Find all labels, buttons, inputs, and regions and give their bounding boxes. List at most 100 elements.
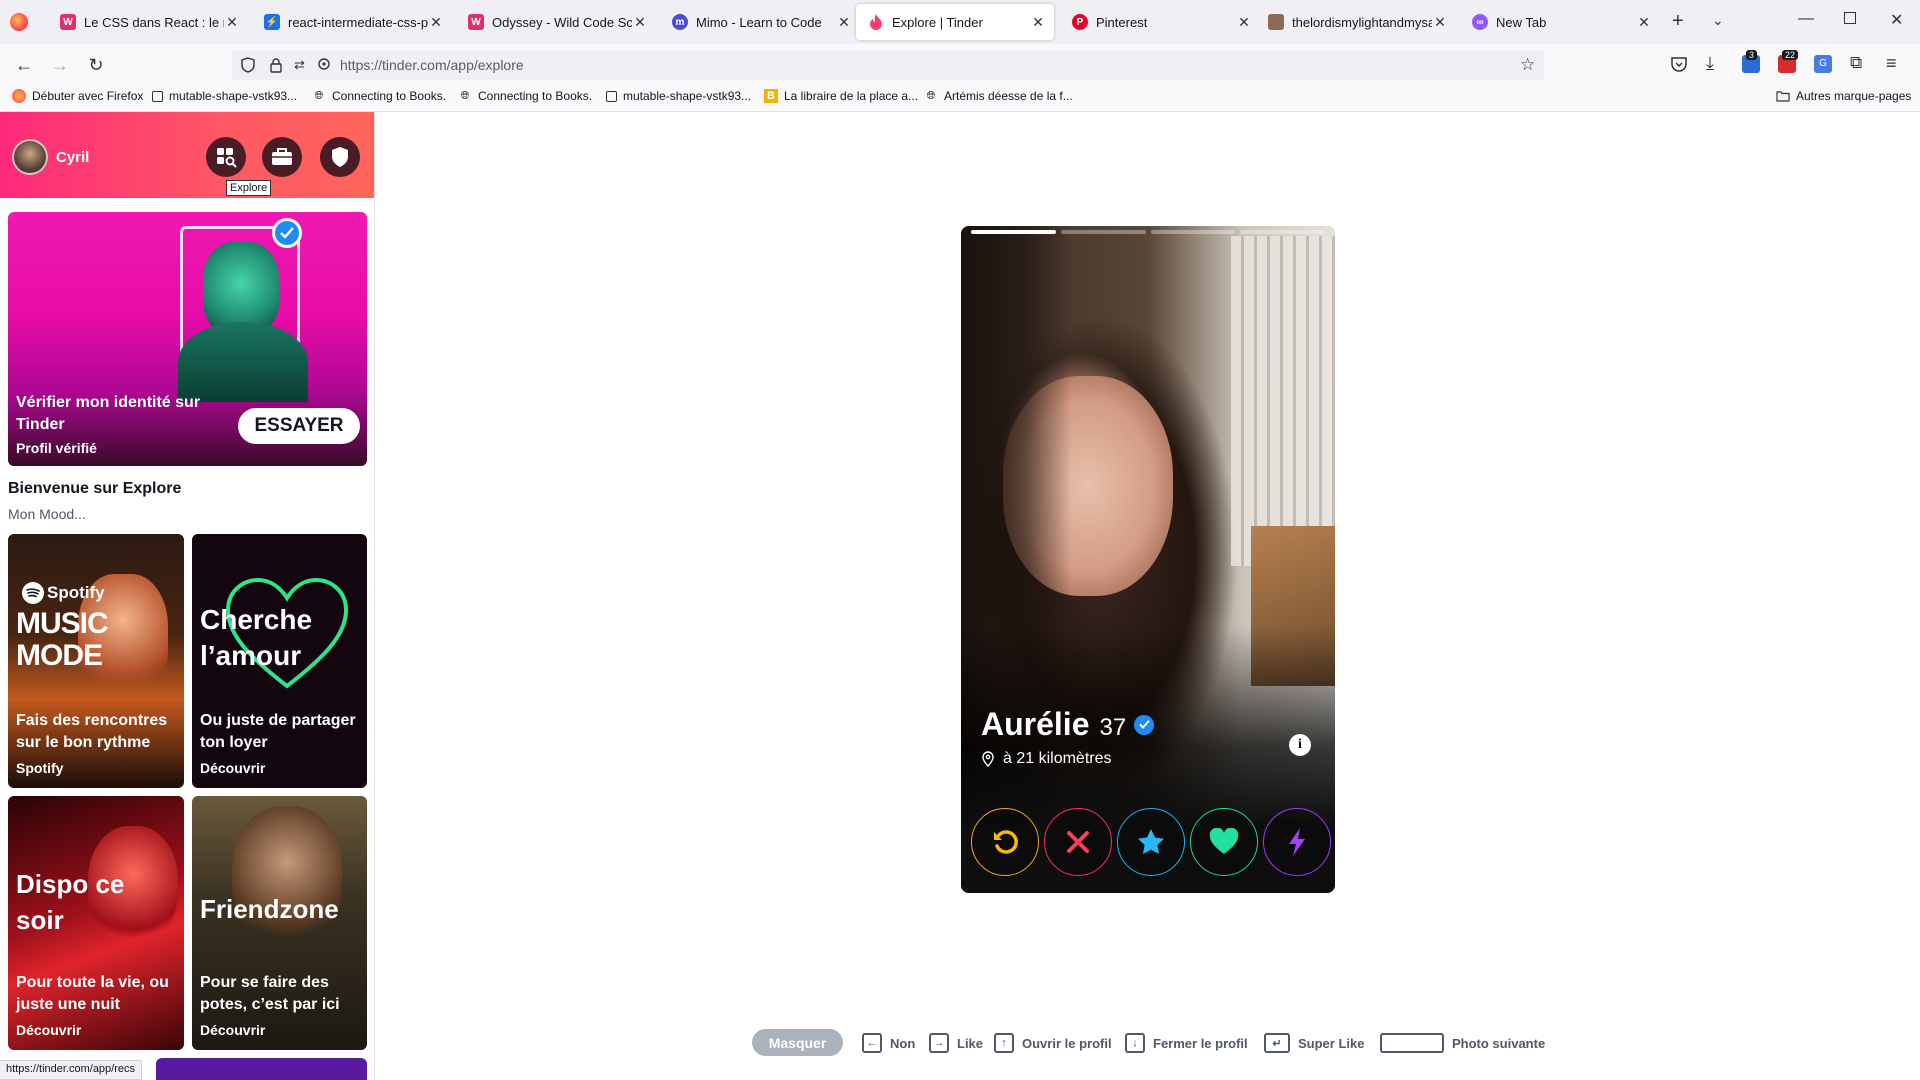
nope-button[interactable] xyxy=(1044,808,1112,876)
try-button[interactable]: ESSAYER xyxy=(238,408,360,444)
close-icon[interactable]: ✕ xyxy=(224,14,240,31)
sidebar: Cyril Explore Vérifier mon identité sur … xyxy=(0,112,375,1080)
explore-tooltip: Explore xyxy=(226,180,272,196)
spotify-brand-label: Spotify xyxy=(47,583,105,602)
card-headline: Dispo ce soir xyxy=(16,866,124,938)
close-icon[interactable]: ✕ xyxy=(836,14,852,31)
photo-progress-segment[interactable] xyxy=(1240,230,1325,234)
bookmark-item[interactable]: 🌐︎ Connecting to Books. xyxy=(312,89,446,103)
downloads-icon[interactable]: ⤓ xyxy=(1706,53,1714,74)
explore-card-cherche-amour[interactable]: Cherche l’amour Ou juste de partager ton… xyxy=(192,534,367,788)
firefox-menu-icon[interactable] xyxy=(10,13,28,31)
card-headline-line: MODE xyxy=(16,639,103,672)
extensions-puzzle-icon[interactable]: ⧉ xyxy=(1850,53,1862,73)
hamburger-menu-icon[interactable]: ≡ xyxy=(1886,53,1897,74)
bookmark-label: Connecting to Books. xyxy=(332,89,447,103)
shortcut-close-profile: ↓ Fermer le profil xyxy=(1125,1033,1248,1053)
tab-mimo[interactable]: m Mimo - Learn to Code ✕ xyxy=(660,4,860,40)
back-arrow-icon[interactable]: ← xyxy=(12,53,36,77)
photo-progress-segment[interactable] xyxy=(971,230,1056,234)
new-tab-plus-icon[interactable]: + xyxy=(1672,10,1684,33)
shield-icon xyxy=(332,147,348,167)
like-button[interactable] xyxy=(1190,808,1258,876)
explore-card-peek[interactable] xyxy=(156,1058,367,1080)
shortcut-label: Ouvrir le profil xyxy=(1022,1035,1112,1051)
profile-distance-row: à 21 kilomètres xyxy=(981,750,1112,768)
bookmark-item[interactable]: mutable-shape-vstk93... xyxy=(606,89,751,103)
tab-tinder[interactable]: Explore | Tinder ✕ xyxy=(856,4,1054,40)
close-icon[interactable]: ✕ xyxy=(1636,14,1652,31)
location-icon[interactable] xyxy=(316,57,332,73)
bookmark-item[interactable]: 🌐︎ Artémis déesse de la f... xyxy=(924,89,1073,103)
lock-icon[interactable] xyxy=(268,57,284,73)
super-like-button[interactable] xyxy=(1117,808,1185,876)
location-pin-icon xyxy=(982,751,994,767)
work-button[interactable] xyxy=(262,137,302,177)
bookmark-star-icon[interactable]: ☆ xyxy=(1520,55,1535,75)
tab-label: Pinterest xyxy=(1096,14,1148,30)
explore-card-music-mode[interactable]: Spotify MUSIC MODE Fais des rencontres s… xyxy=(8,534,184,788)
close-icon[interactable]: ✕ xyxy=(428,14,444,31)
tab-label: Odyssey - Wild Code Schoo xyxy=(492,14,632,30)
verified-badge-icon xyxy=(272,218,302,248)
photo-progress-segment[interactable] xyxy=(1150,230,1236,234)
shortcut-label: Photo suivante xyxy=(1452,1035,1546,1051)
tab-label: New Tab xyxy=(1496,14,1547,30)
verified-badge-icon xyxy=(1134,714,1155,735)
firefox-newtab-icon: ∞ xyxy=(1472,14,1488,30)
globe-icon: 🌐︎ xyxy=(460,89,470,102)
lightning-bolt-icon xyxy=(1289,828,1305,856)
profile-distance: à 21 kilomètres xyxy=(1003,750,1112,767)
avatar[interactable] xyxy=(12,139,48,175)
hide-shortcuts-button[interactable]: Masquer xyxy=(752,1029,843,1056)
card-headline-line: Dispo ce xyxy=(16,869,125,899)
tab-odyssey[interactable]: W Odyssey - Wild Code Schoo ✕ xyxy=(456,4,656,40)
rewind-button[interactable] xyxy=(971,808,1039,876)
bookmark-item[interactable]: Débuter avec Firefox xyxy=(12,89,143,103)
tab-le-css[interactable]: W Le CSS dans React : le n ✕ xyxy=(48,4,248,40)
spotify-icon xyxy=(22,582,44,604)
explore-card-dispo-ce-soir[interactable]: Dispo ce soir Pour toute la vie, ou just… xyxy=(8,796,184,1050)
shield-icon[interactable] xyxy=(240,57,256,73)
photo-progress-segment[interactable] xyxy=(1060,230,1146,234)
pocket-icon[interactable] xyxy=(1670,55,1688,73)
profile-card[interactable]: Aurélie 37 à 21 kilomètres i xyxy=(961,226,1335,893)
shortcut-open-profile: ↑ Ouvrir le profil xyxy=(994,1033,1112,1053)
close-icon[interactable]: ✕ xyxy=(1030,14,1046,31)
close-icon[interactable]: ✕ xyxy=(1236,14,1252,31)
close-icon[interactable]: ✕ xyxy=(632,14,648,31)
page-icon xyxy=(606,90,617,102)
bookmark-item[interactable]: B La libraire de la place a... xyxy=(764,89,918,103)
firefox-icon xyxy=(12,89,26,103)
explore-card-friendzone[interactable]: Friendzone Pour se faire des potes, c’es… xyxy=(192,796,367,1050)
user-name[interactable]: Cyril xyxy=(56,149,89,166)
other-bookmarks[interactable]: Autres marque-pages xyxy=(1776,89,1911,103)
explore-grid-icon xyxy=(217,148,237,168)
minimize-icon[interactable]: — xyxy=(1798,10,1814,28)
bookmark-item[interactable]: 🌐︎ Connecting to Books. xyxy=(458,89,592,103)
bookmark-item[interactable]: mutable-shape-vstk93... xyxy=(152,89,297,103)
info-icon[interactable]: i xyxy=(1289,734,1311,756)
close-icon[interactable]: ✕ xyxy=(1432,14,1448,31)
list-all-tabs-chevron-icon[interactable]: ⌄ xyxy=(1712,12,1724,29)
close-window-icon[interactable]: ✕ xyxy=(1890,10,1903,30)
boost-button[interactable] xyxy=(1263,808,1331,876)
lightning-icon: ⚡ xyxy=(264,14,280,30)
tab-new-tab[interactable]: ∞ New Tab ✕ xyxy=(1460,4,1660,40)
tab-label: Explore | Tinder xyxy=(892,14,983,30)
card-headline-line: l’amour xyxy=(200,640,302,671)
spacebar-key-icon xyxy=(1380,1033,1444,1053)
tab-react-intermediate[interactable]: ⚡ react-intermediate-css-pre ✕ xyxy=(252,4,452,40)
card-headline: MUSIC MODE xyxy=(16,608,109,672)
permissions-icon[interactable]: ⇄ xyxy=(294,57,310,73)
forward-arrow-icon[interactable]: → xyxy=(48,53,72,77)
explore-button[interactable] xyxy=(206,137,246,177)
restore-icon[interactable] xyxy=(1844,12,1856,24)
translate-icon[interactable]: G xyxy=(1814,55,1832,73)
verify-identity-card[interactable]: Vérifier mon identité sur Tinder Profil … xyxy=(8,212,367,466)
tab-thelordismylight[interactable]: thelordismylightandmysalv ✕ xyxy=(1256,4,1456,40)
tab-pinterest[interactable]: P Pinterest ✕ xyxy=(1060,4,1260,40)
url-text[interactable]: https://tinder.com/app/explore xyxy=(340,57,524,73)
safety-button[interactable] xyxy=(320,137,360,177)
reload-icon[interactable]: ↻ xyxy=(84,53,108,77)
